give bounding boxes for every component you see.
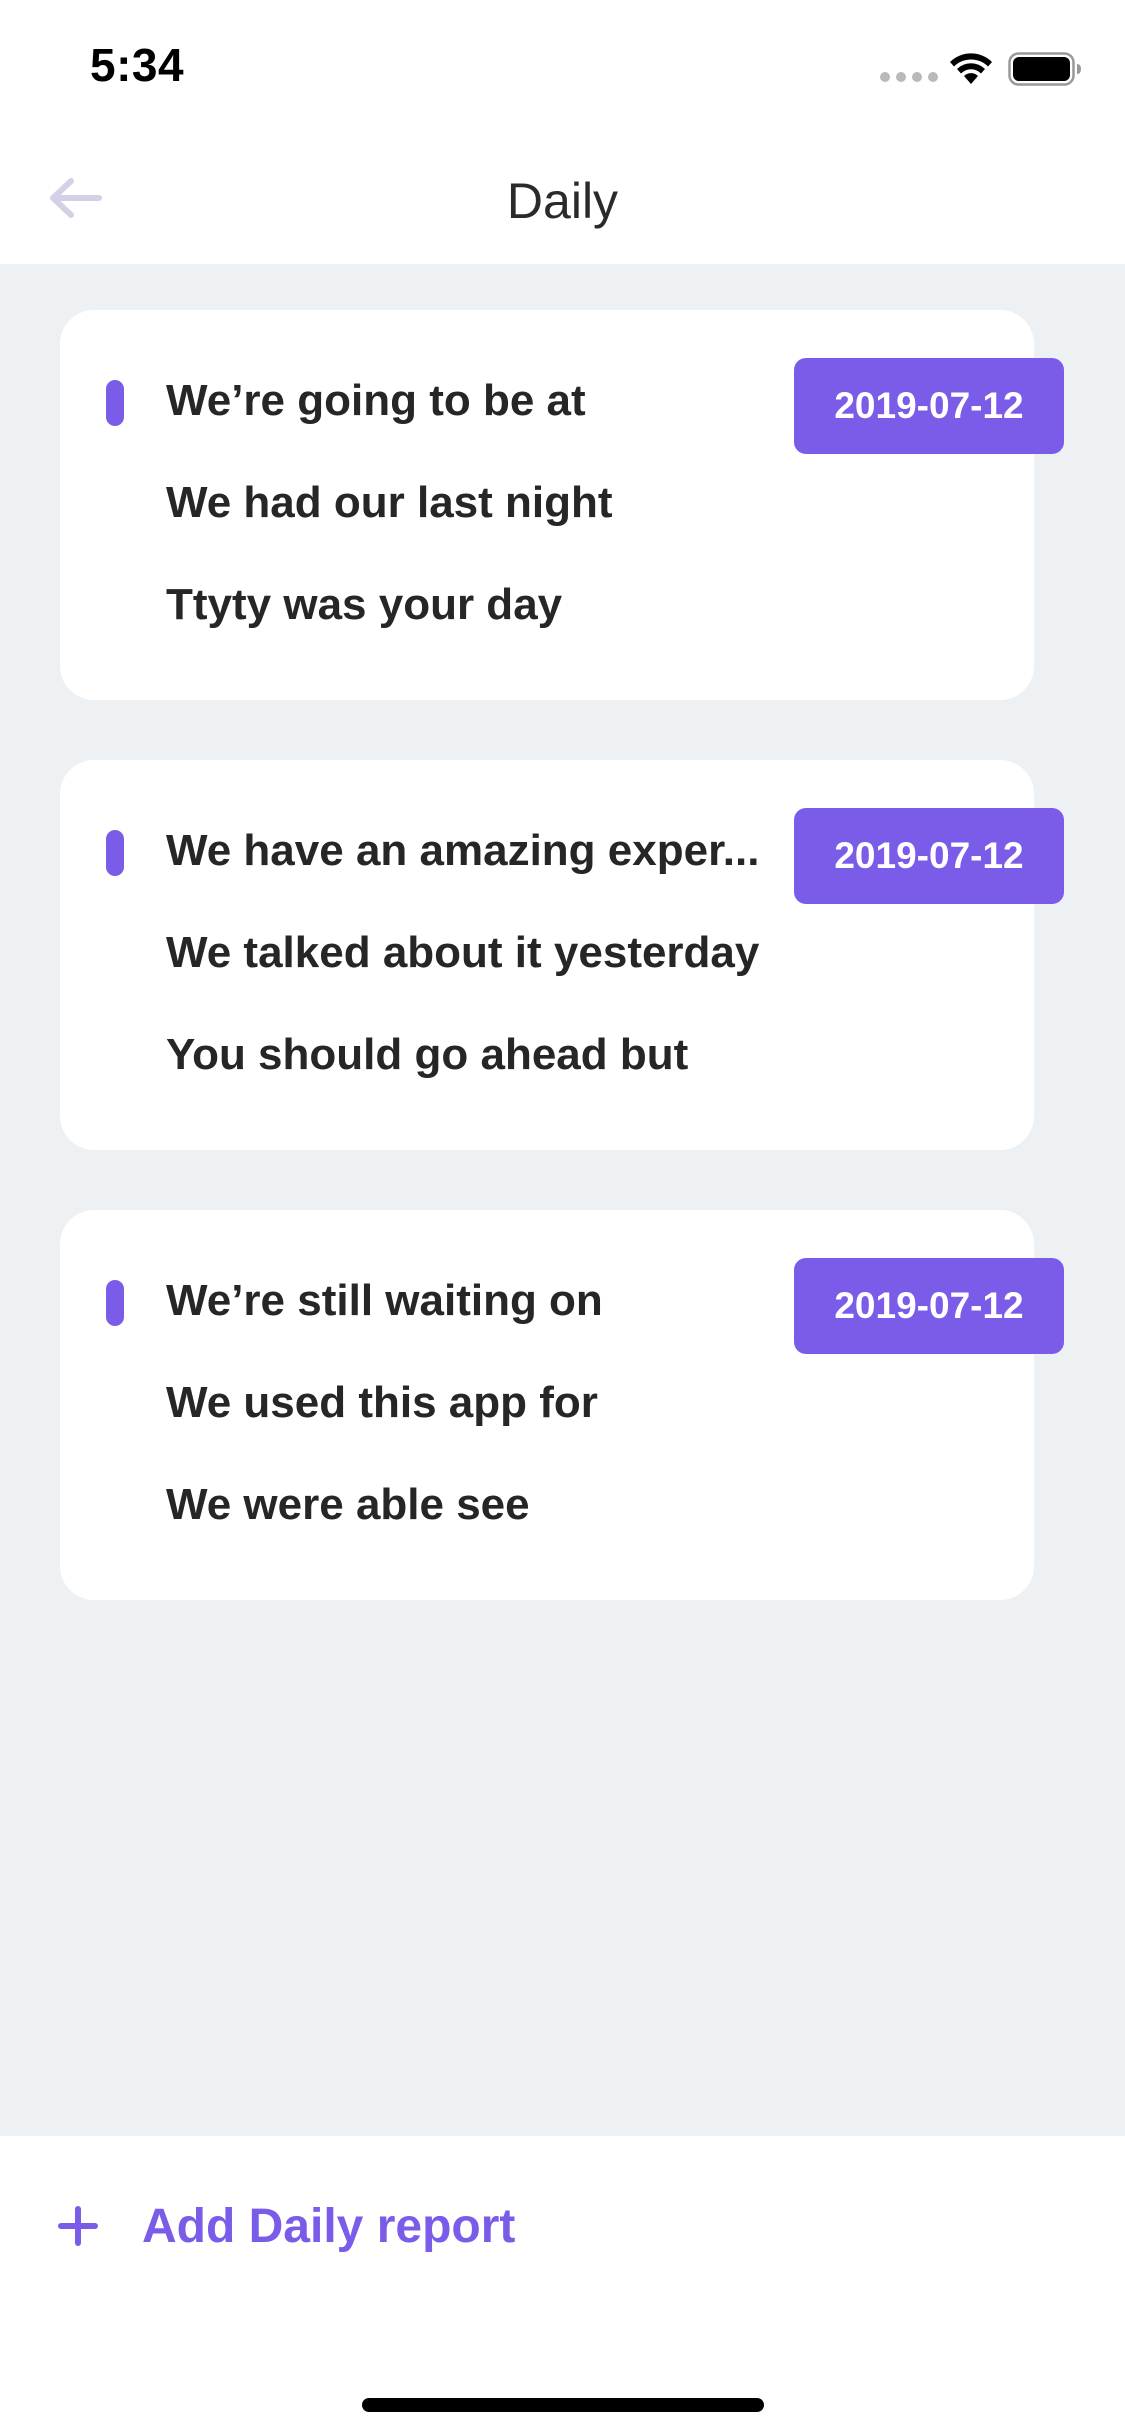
date-badge: 2019-07-12 [794,358,1064,454]
report-line: We were able see [166,1480,530,1529]
daily-report-card[interactable]: We’re still waiting on We used this app … [60,1210,1064,1600]
report-line: We had our last night [166,478,613,527]
daily-report-card[interactable]: We have an amazing exper... We talked ab… [60,760,1064,1150]
report-line: We have an amazing exper... [166,826,760,875]
card-accent-marker [106,380,124,426]
add-daily-report-button[interactable]: Add Daily report [58,2186,515,2266]
card-accent-marker [106,1280,124,1326]
daily-report-card[interactable]: We’re going to be at We had our last nig… [60,310,1064,700]
date-badge: 2019-07-12 [794,1258,1064,1354]
cellular-signal-icon [880,72,938,82]
date-badge: 2019-07-12 [794,808,1064,904]
card-accent-marker [106,830,124,876]
report-line: We’re still waiting on [166,1276,603,1325]
report-line: You should go ahead but [166,1030,689,1079]
navigation-bar: Daily [0,132,1125,264]
report-line: Ttyty was your day [166,580,563,629]
report-line: We used this app for [166,1378,598,1427]
battery-icon [1008,52,1081,86]
plus-icon [58,2206,98,2246]
home-indicator [362,2398,764,2412]
add-daily-report-label: Add Daily report [142,2199,516,2253]
status-time: 5:34 [90,39,185,91]
status-bar: 5:34 [0,0,1125,132]
report-line: We’re going to be at [166,376,586,425]
wifi-icon [950,53,992,84]
page-title: Daily [506,173,619,229]
bottom-action-bar: Add Daily report [0,2136,1125,2436]
report-line: We talked about it yesterday [166,928,760,977]
